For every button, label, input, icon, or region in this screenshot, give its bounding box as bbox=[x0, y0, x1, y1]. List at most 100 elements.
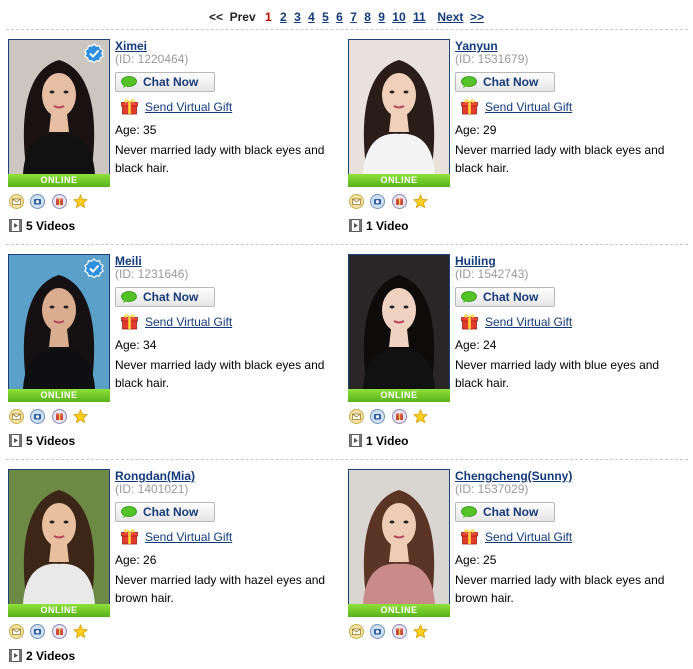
profile-card: ONLINE 1 Video Huiling (ID: 1542743) Cha… bbox=[348, 254, 678, 454]
gift-box-icon[interactable] bbox=[391, 409, 407, 424]
camera-icon[interactable] bbox=[370, 409, 386, 424]
profile-name-link[interactable]: Yanyun bbox=[455, 39, 498, 53]
mail-icon[interactable] bbox=[9, 409, 24, 424]
mail-icon[interactable] bbox=[9, 194, 24, 209]
gift-box-icon[interactable] bbox=[51, 624, 67, 639]
favorite-star-icon[interactable] bbox=[73, 623, 89, 639]
gift-box-icon[interactable] bbox=[51, 409, 67, 424]
send-virtual-gift-link[interactable]: Send Virtual Gift bbox=[145, 100, 232, 114]
gift-icon bbox=[121, 99, 138, 115]
page-link-11[interactable]: 11 bbox=[413, 10, 426, 24]
profile-age: Age: 25 bbox=[455, 553, 497, 567]
page-link-8[interactable]: 8 bbox=[364, 10, 371, 24]
chat-now-button[interactable]: Chat Now bbox=[455, 287, 555, 307]
profile-name-link[interactable]: Rongdan(Mia) bbox=[115, 469, 195, 483]
page-link-10[interactable]: 10 bbox=[392, 10, 405, 24]
profile-age: Age: 29 bbox=[455, 123, 497, 137]
online-status-badge: ONLINE bbox=[348, 174, 450, 187]
gift-box-icon[interactable] bbox=[391, 624, 407, 639]
videos-count[interactable]: 1 Video bbox=[349, 219, 408, 233]
prev-arrows: << bbox=[208, 10, 223, 24]
action-icons bbox=[349, 408, 431, 425]
page-link-2[interactable]: 2 bbox=[280, 10, 287, 24]
favorite-star-icon[interactable] bbox=[413, 408, 429, 424]
action-icons bbox=[349, 623, 431, 640]
film-icon bbox=[349, 219, 362, 232]
favorite-star-icon[interactable] bbox=[73, 193, 89, 209]
page-link-9[interactable]: 9 bbox=[378, 10, 385, 24]
chat-now-button[interactable]: Chat Now bbox=[455, 502, 555, 522]
profile-photo[interactable] bbox=[348, 39, 450, 175]
profile-card: ONLINE Chengcheng(Sunny) (ID: 1537029) C… bbox=[348, 469, 678, 669]
page-link-6[interactable]: 6 bbox=[336, 10, 343, 24]
action-icons bbox=[9, 408, 91, 425]
chat-now-button[interactable]: Chat Now bbox=[115, 72, 215, 92]
videos-count-label: 1 Video bbox=[366, 219, 409, 233]
mail-icon[interactable] bbox=[349, 409, 364, 424]
camera-icon[interactable] bbox=[30, 194, 46, 209]
videos-count[interactable]: 2 Videos bbox=[9, 649, 75, 663]
send-virtual-gift-link[interactable]: Send Virtual Gift bbox=[145, 530, 232, 544]
mail-icon[interactable] bbox=[349, 624, 364, 639]
mail-icon[interactable] bbox=[349, 194, 364, 209]
chat-now-button[interactable]: Chat Now bbox=[455, 72, 555, 92]
profile-name-link[interactable]: Ximei bbox=[115, 39, 147, 53]
profile-card: ONLINE 5 Videos Meili (ID: 1231646) Chat… bbox=[8, 254, 338, 454]
gift-box-icon[interactable] bbox=[391, 194, 407, 209]
favorite-star-icon[interactable] bbox=[73, 408, 89, 424]
chat-now-label: Chat Now bbox=[483, 290, 539, 304]
gift-box-icon[interactable] bbox=[51, 194, 67, 209]
divider bbox=[6, 29, 688, 30]
send-virtual-gift-link[interactable]: Send Virtual Gift bbox=[485, 315, 572, 329]
online-status-badge: ONLINE bbox=[348, 604, 450, 617]
favorite-star-icon[interactable] bbox=[413, 193, 429, 209]
camera-icon[interactable] bbox=[370, 194, 386, 209]
divider bbox=[6, 459, 688, 460]
camera-icon[interactable] bbox=[30, 409, 46, 424]
chat-now-button[interactable]: Chat Now bbox=[115, 502, 215, 522]
profile-photo-image bbox=[9, 470, 109, 604]
film-icon bbox=[9, 434, 22, 447]
favorite-star-icon[interactable] bbox=[413, 623, 429, 639]
current-page: 1 bbox=[265, 10, 272, 24]
next-arrows: >> bbox=[470, 10, 485, 24]
profile-id: (ID: 1542743) bbox=[455, 267, 529, 281]
profile-id: (ID: 1531679) bbox=[455, 52, 529, 66]
profile-name-link[interactable]: Huiling bbox=[455, 254, 496, 268]
profile-description: Never married lady with black eyes and b… bbox=[455, 143, 665, 175]
send-virtual-gift-link[interactable]: Send Virtual Gift bbox=[485, 530, 572, 544]
profile-card: ONLINE 1 Video Yanyun (ID: 1531679) Chat… bbox=[348, 39, 678, 239]
send-virtual-gift-link[interactable]: Send Virtual Gift bbox=[145, 315, 232, 329]
gift-icon bbox=[461, 314, 478, 330]
profile-name-link[interactable]: Meili bbox=[115, 254, 142, 268]
divider bbox=[6, 244, 688, 245]
next-label: Next bbox=[437, 10, 464, 24]
profile-photo[interactable] bbox=[348, 254, 450, 390]
camera-icon[interactable] bbox=[30, 624, 46, 639]
next-page-link[interactable]: Next >> bbox=[434, 10, 484, 24]
send-virtual-gift-link[interactable]: Send Virtual Gift bbox=[485, 100, 572, 114]
page-link-5[interactable]: 5 bbox=[322, 10, 329, 24]
chat-bubble-icon bbox=[121, 76, 137, 88]
videos-count[interactable]: 1 Video bbox=[349, 434, 408, 448]
prev-page-link[interactable]: << Prev bbox=[209, 10, 256, 24]
online-status-badge: ONLINE bbox=[8, 174, 110, 187]
videos-count-label: 1 Video bbox=[366, 434, 409, 448]
page-link-7[interactable]: 7 bbox=[350, 10, 357, 24]
page-link-3[interactable]: 3 bbox=[294, 10, 301, 24]
profile-description: Never married lady with blue eyes and bl… bbox=[455, 358, 660, 390]
profile-photo[interactable] bbox=[8, 469, 110, 605]
chat-now-label: Chat Now bbox=[483, 75, 539, 89]
profile-age: Age: 35 bbox=[115, 123, 157, 137]
profile-photo[interactable] bbox=[348, 469, 450, 605]
profile-name-link[interactable]: Chengcheng(Sunny) bbox=[455, 469, 572, 483]
film-icon bbox=[9, 219, 22, 232]
page-link-4[interactable]: 4 bbox=[308, 10, 315, 24]
videos-count[interactable]: 5 Videos bbox=[9, 219, 75, 233]
videos-count[interactable]: 5 Videos bbox=[9, 434, 75, 448]
chat-now-label: Chat Now bbox=[143, 75, 199, 89]
chat-bubble-icon bbox=[121, 506, 137, 518]
mail-icon[interactable] bbox=[9, 624, 24, 639]
chat-now-button[interactable]: Chat Now bbox=[115, 287, 215, 307]
camera-icon[interactable] bbox=[370, 624, 386, 639]
